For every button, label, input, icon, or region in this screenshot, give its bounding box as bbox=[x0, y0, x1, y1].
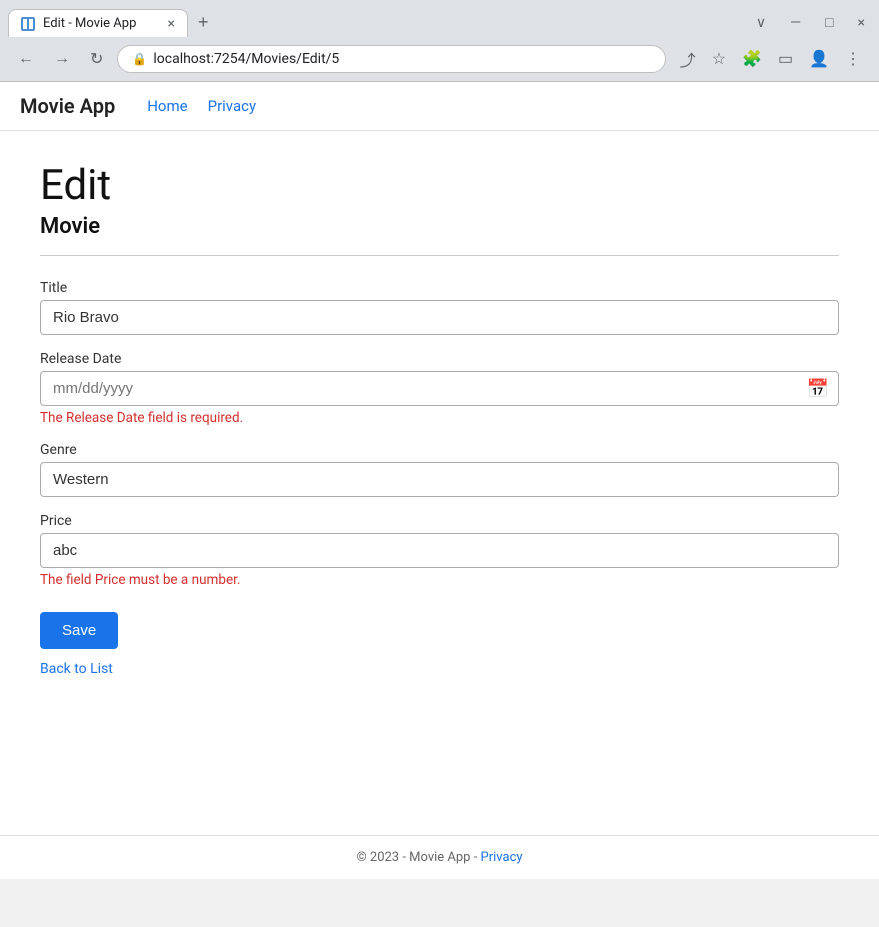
tab-close-icon[interactable]: × bbox=[168, 17, 175, 31]
address-input[interactable]: 🔒 localhost:7254/Movies/Edit/5 bbox=[117, 45, 665, 73]
window-minimize-icon2[interactable]: — bbox=[784, 13, 807, 33]
window-close-icon[interactable]: × bbox=[852, 13, 871, 33]
footer-privacy-link[interactable]: Privacy bbox=[481, 850, 523, 865]
new-tab-button[interactable]: + bbox=[190, 8, 217, 37]
site-brand[interactable]: Movie App bbox=[20, 94, 115, 118]
extensions-icon[interactable]: 🧩 bbox=[736, 45, 768, 73]
footer-text: © 2023 - Movie App - bbox=[356, 850, 480, 865]
release-date-wrapper: 📅 bbox=[40, 371, 839, 406]
window-controls: ∨ — □ × bbox=[750, 12, 871, 37]
section-heading: Movie bbox=[40, 214, 839, 239]
page-title: Edit bbox=[40, 161, 839, 210]
nav-privacy[interactable]: Privacy bbox=[208, 97, 256, 115]
genre-input[interactable] bbox=[40, 462, 839, 497]
form-group-title: Title bbox=[40, 280, 839, 335]
browser-tab[interactable]: Edit - Movie App × bbox=[8, 9, 188, 37]
site-footer: © 2023 - Movie App - Privacy bbox=[0, 835, 879, 879]
address-bar-row: ← → ↻ 🔒 localhost:7254/Movies/Edit/5 ⤴ ☆… bbox=[0, 37, 879, 81]
main-content: Edit Movie Title Release Date 📅 The Rele… bbox=[0, 131, 879, 835]
toolbar-icons: ⤴ ☆ 🧩 ▭ 👤 ⋮ bbox=[674, 43, 867, 75]
refresh-button[interactable]: ↻ bbox=[84, 45, 109, 73]
price-input[interactable] bbox=[40, 533, 839, 568]
back-to-list-link[interactable]: Back to List bbox=[40, 661, 113, 677]
back-button[interactable]: ← bbox=[12, 46, 40, 72]
nav-home[interactable]: Home bbox=[147, 97, 187, 115]
divider bbox=[40, 255, 839, 256]
bookmark-icon[interactable]: ☆ bbox=[706, 45, 732, 73]
site-nav: Movie App Home Privacy bbox=[0, 82, 879, 131]
window-minimize-icon[interactable]: ∨ bbox=[750, 13, 772, 33]
share-icon[interactable]: ⤴ bbox=[674, 43, 702, 75]
title-label: Title bbox=[40, 280, 839, 296]
forward-button[interactable]: → bbox=[48, 46, 76, 72]
form-group-genre: Genre bbox=[40, 442, 839, 497]
release-date-label: Release Date bbox=[40, 351, 839, 367]
release-date-error: The Release Date field is required. bbox=[40, 410, 839, 426]
tab-title: Edit - Movie App bbox=[43, 16, 160, 31]
price-label: Price bbox=[40, 513, 839, 529]
tab-favicon bbox=[21, 17, 35, 31]
address-text: localhost:7254/Movies/Edit/5 bbox=[153, 51, 339, 67]
genre-label: Genre bbox=[40, 442, 839, 458]
menu-icon[interactable]: ⋮ bbox=[839, 45, 867, 73]
form-group-release-date: Release Date 📅 The Release Date field is… bbox=[40, 351, 839, 426]
page-wrapper: Movie App Home Privacy Edit Movie Title … bbox=[0, 82, 879, 879]
sidebar-toggle-icon[interactable]: ▭ bbox=[772, 45, 799, 73]
window-maximize-icon[interactable]: □ bbox=[819, 12, 839, 33]
release-date-input[interactable] bbox=[40, 371, 839, 406]
save-button[interactable]: Save bbox=[40, 612, 118, 649]
lock-icon: 🔒 bbox=[132, 52, 147, 66]
title-input[interactable] bbox=[40, 300, 839, 335]
form-group-price: Price The field Price must be a number. bbox=[40, 513, 839, 588]
profile-icon[interactable]: 👤 bbox=[803, 45, 835, 73]
price-error: The field Price must be a number. bbox=[40, 572, 839, 588]
